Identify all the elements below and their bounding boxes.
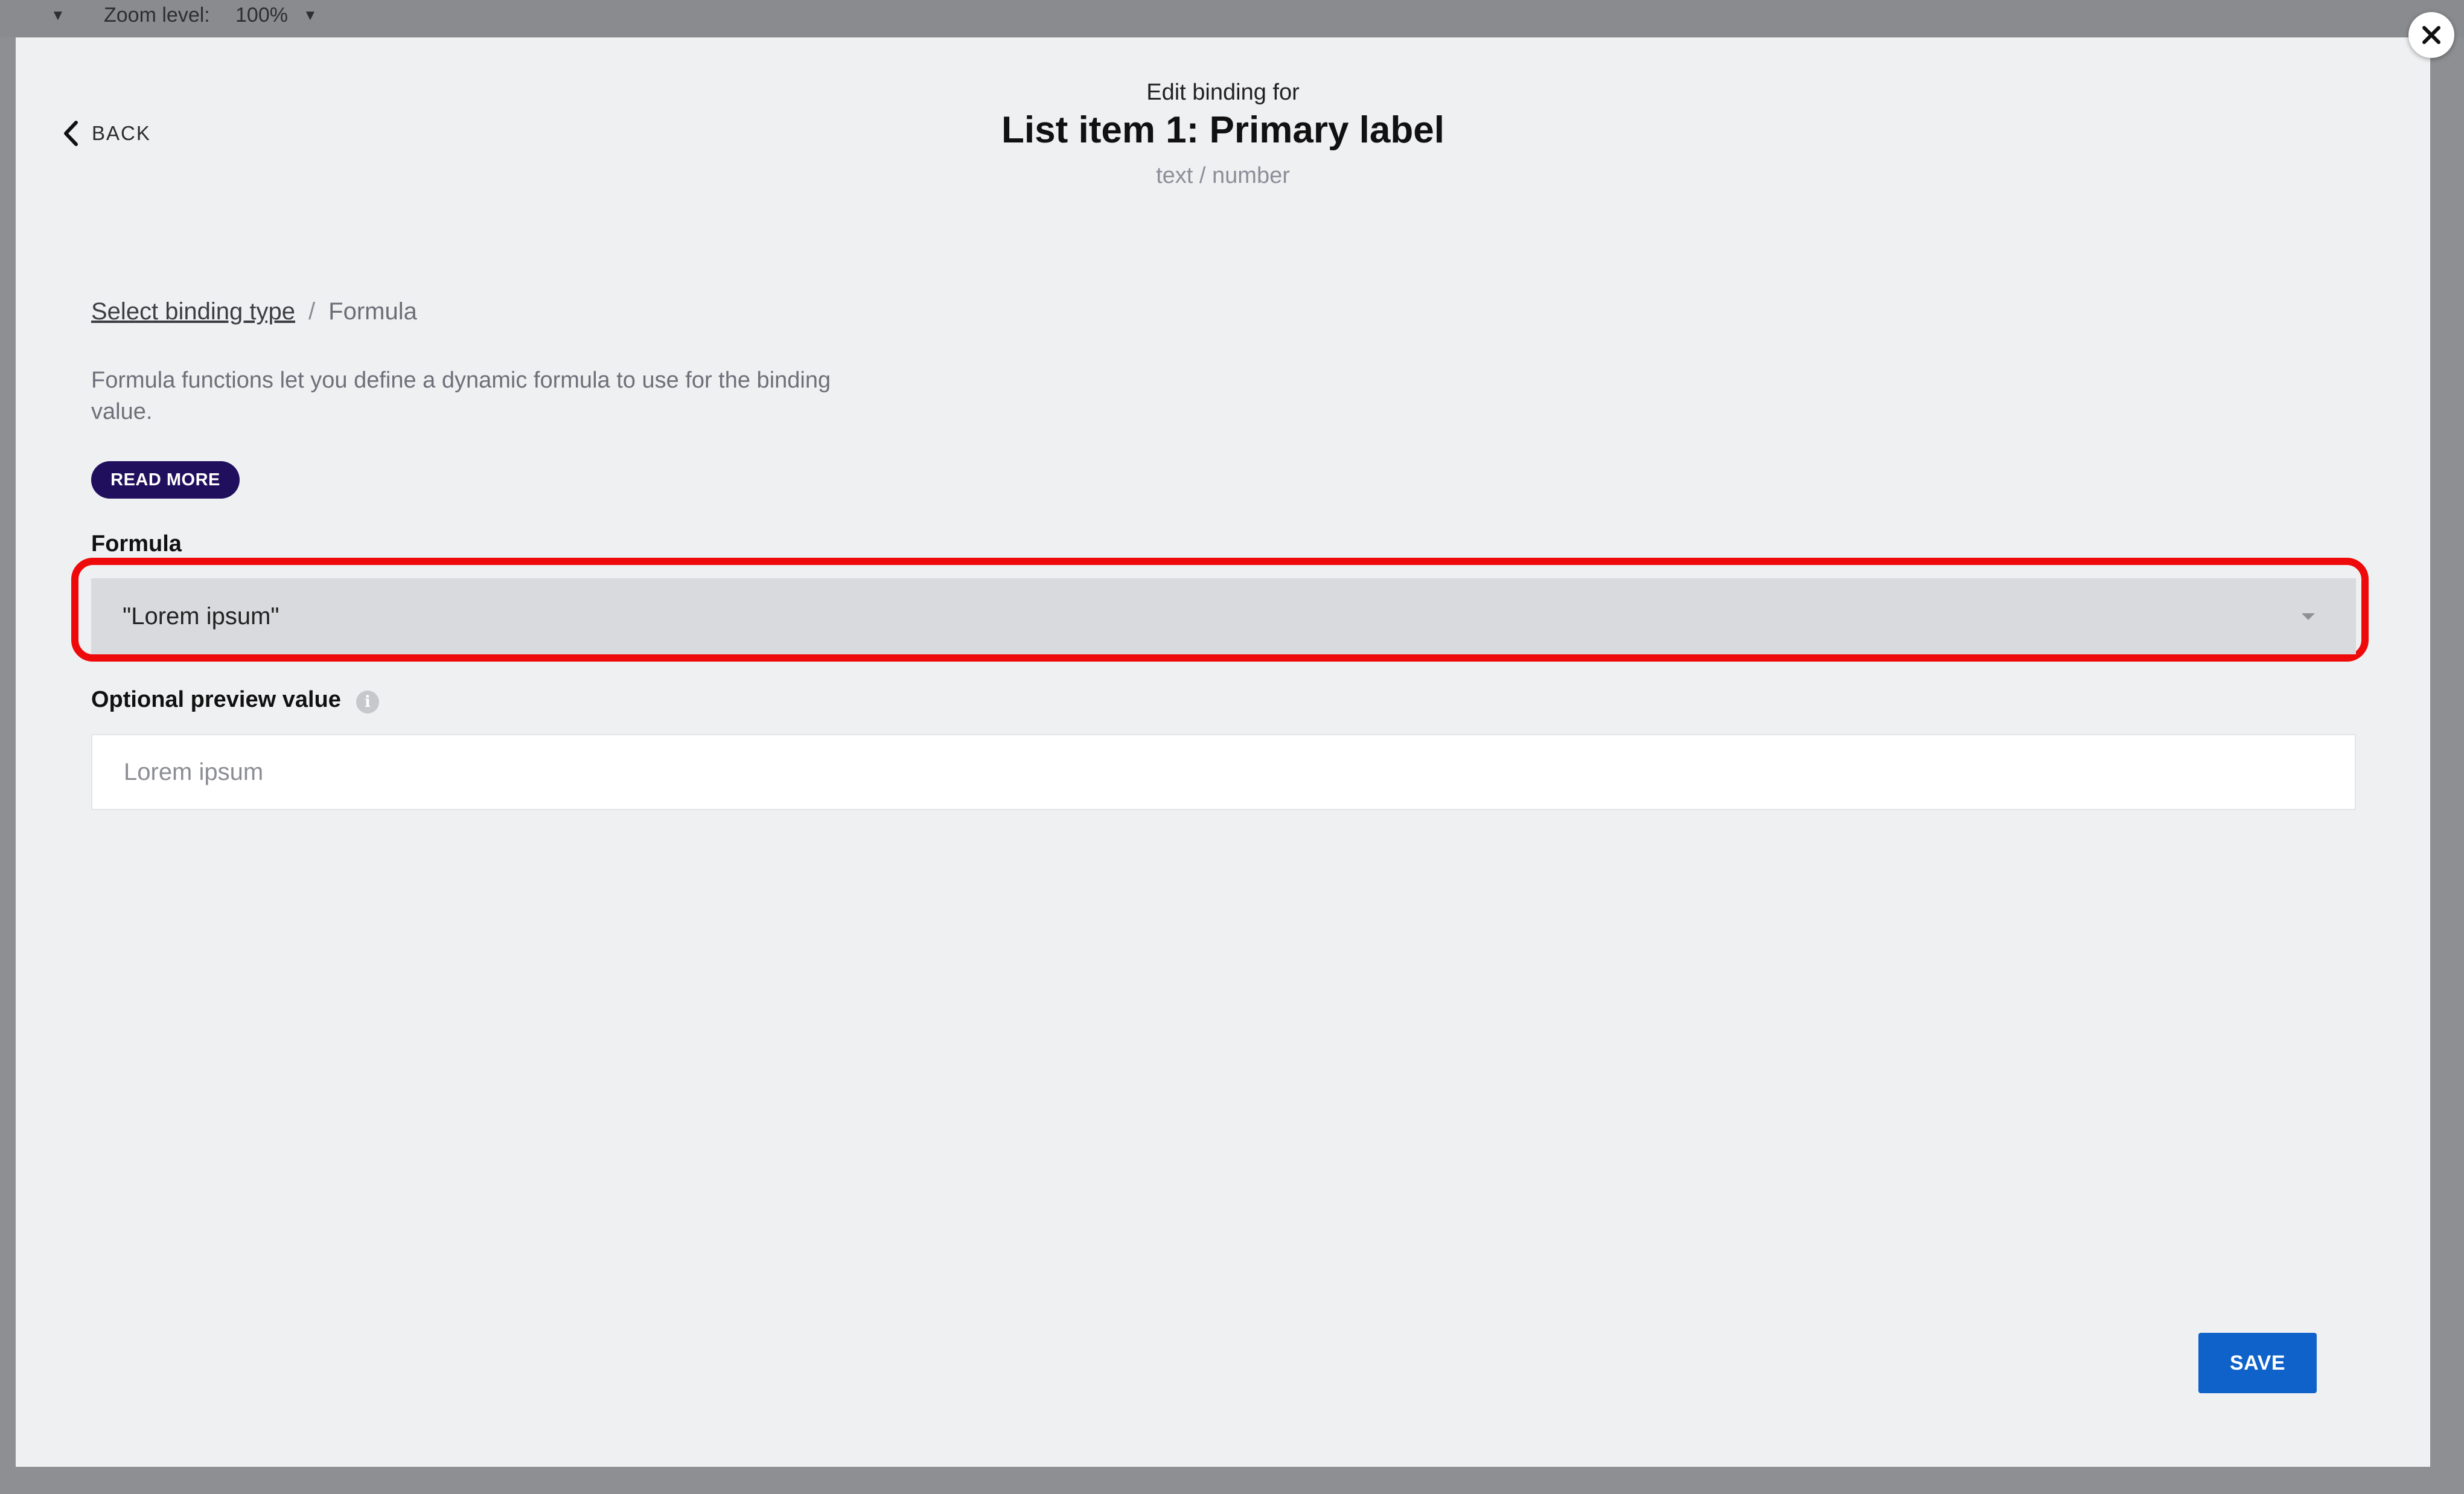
breadcrumb-separator: / <box>308 298 316 325</box>
save-button[interactable]: SAVE <box>2198 1333 2317 1393</box>
read-more-button[interactable]: READ MORE <box>91 461 240 499</box>
preview-value-input[interactable] <box>91 734 2356 810</box>
breadcrumb-select-binding-type[interactable]: Select binding type <box>91 298 295 325</box>
preview-value-label: Optional preview value <box>91 687 341 712</box>
modal-title: List item 1: Primary label <box>1001 109 1444 151</box>
close-button[interactable] <box>2408 12 2454 58</box>
formula-value: "Lorem ipsum" <box>123 602 279 630</box>
dropdown-caret-icon[interactable]: ▼ <box>51 7 65 24</box>
edit-binding-modal: BACK Edit binding for List item 1: Prima… <box>16 37 2430 1467</box>
breadcrumb-current: Formula <box>328 298 417 325</box>
info-icon[interactable]: i <box>356 691 379 713</box>
modal-pre-title: Edit binding for <box>1146 80 1300 105</box>
zoom-dropdown-caret-icon[interactable]: ▼ <box>303 7 318 24</box>
zoom-level-value[interactable]: 100% <box>235 4 288 27</box>
chevron-down-icon <box>2302 613 2315 620</box>
formula-description: Formula functions let you define a dynam… <box>91 368 831 424</box>
modal-subtitle: text / number <box>1156 163 1290 188</box>
toolbar: ▼ Zoom level: 100% ▼ <box>0 0 2464 37</box>
close-icon <box>2422 26 2440 44</box>
formula-label: Formula <box>91 531 182 557</box>
breadcrumb: Select binding type / Formula <box>91 298 417 325</box>
formula-select[interactable]: "Lorem ipsum" <box>91 578 2356 654</box>
zoom-level-label: Zoom level: <box>104 4 210 27</box>
